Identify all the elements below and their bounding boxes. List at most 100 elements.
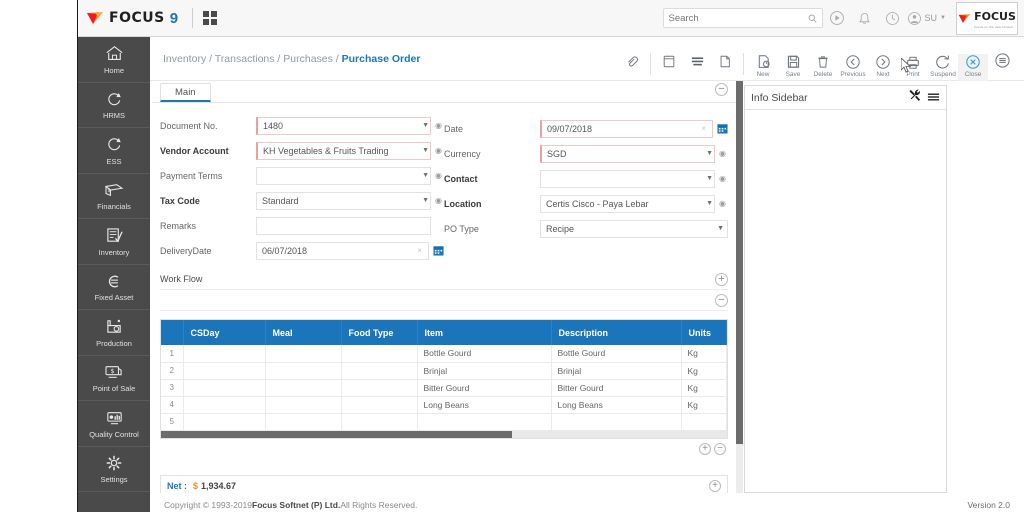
table-row[interactable]: 5 [161, 413, 727, 431]
cell-item[interactable] [417, 413, 552, 431]
cell-food-type[interactable] [341, 362, 418, 380]
breadcrumb-item-purchases[interactable]: Purchases [283, 53, 333, 65]
scroll-thumb[interactable] [736, 81, 743, 444]
breadcrumb-item-transactions[interactable]: Transactions [215, 53, 275, 65]
delete-button[interactable]: Delete [808, 54, 838, 81]
lookup-gear-icon[interactable]: ◉ [433, 121, 444, 130]
sidebar-item-point-of-sale[interactable]: $ Point of Sale [78, 356, 150, 401]
workflow-expand-button[interactable]: + [715, 272, 728, 286]
cell-csday[interactable] [183, 396, 266, 414]
currency-input[interactable]: SGD [540, 144, 715, 163]
hamburger-circle-icon[interactable] [988, 52, 1016, 81]
sidebar-item-hrms[interactable]: HRMS [78, 83, 150, 128]
cell-food-type[interactable] [341, 396, 418, 414]
cell-meal[interactable] [265, 379, 342, 397]
cell-item[interactable]: Bitter Gourd [417, 379, 552, 397]
delivery-date-input[interactable]: 06/07/2018 [256, 241, 429, 260]
search-box[interactable] [662, 8, 823, 28]
table-row[interactable]: 2 Brinjal Brinjal Kg [161, 362, 727, 380]
sidebar-item-inventory[interactable]: Inventory [78, 219, 150, 265]
print-button[interactable]: Print [898, 55, 928, 81]
document-no-input[interactable]: 1480 [256, 116, 431, 135]
play-circle-icon[interactable] [823, 0, 851, 37]
previous-button[interactable]: Previous [838, 54, 868, 81]
apps-grid-icon[interactable] [203, 11, 218, 25]
cell-meal[interactable] [265, 345, 342, 363]
lookup-gear-icon[interactable]: ◉ [717, 149, 728, 158]
location-input[interactable]: Certis Cisco - Paya Lebar [540, 194, 715, 213]
sidebar-item-settings[interactable]: Settings [78, 447, 150, 492]
cell-csday[interactable] [183, 413, 266, 431]
note-icon[interactable] [655, 54, 683, 81]
suspend-button[interactable]: Suspend [928, 54, 958, 81]
clear-icon[interactable]: × [417, 246, 422, 255]
new-button[interactable]: New [748, 54, 778, 81]
date-input[interactable]: 09/07/2018 [540, 119, 713, 138]
page-icon[interactable] [711, 54, 739, 81]
sidebar-item-fixed-asset[interactable]: Fixed Asset [78, 265, 150, 310]
po-type-select[interactable]: Recipe [540, 219, 728, 238]
tab-main[interactable]: Main [160, 83, 211, 102]
grid-collapse-button[interactable]: − [715, 293, 728, 307]
save-button[interactable]: Save [778, 54, 808, 81]
lookup-gear-icon[interactable]: ◉ [717, 199, 728, 208]
cell-food-type[interactable] [341, 379, 418, 397]
cell-meal[interactable] [265, 362, 342, 380]
scroll-thumb[interactable] [161, 430, 512, 438]
cell-description[interactable]: Long Beans [551, 396, 682, 414]
sidebar-item-home[interactable]: Home [78, 37, 150, 83]
user-menu[interactable]: SU ▼ [907, 11, 952, 26]
column-header-row-number[interactable] [161, 320, 184, 345]
cell-food-type[interactable] [341, 413, 418, 431]
payment-terms-input[interactable] [256, 166, 431, 185]
column-header-food-type[interactable]: Food Type [341, 320, 418, 345]
lookup-gear-icon[interactable]: ◉ [433, 171, 444, 180]
sidebar-item-production[interactable]: Production [78, 310, 150, 356]
bell-icon[interactable] [851, 0, 879, 37]
cell-description[interactable]: Brinjal [551, 362, 682, 380]
close-button[interactable]: Close [958, 53, 988, 81]
tools-icon[interactable] [908, 89, 921, 107]
contact-input[interactable] [540, 169, 715, 188]
lookup-gear-icon[interactable]: ◉ [433, 196, 444, 205]
hamburger-icon[interactable] [927, 89, 940, 107]
cell-units[interactable]: Kg [681, 396, 727, 414]
cell-item[interactable]: Bottle Gourd [417, 345, 552, 363]
column-header-item[interactable]: Item [417, 320, 552, 345]
attachment-icon[interactable] [618, 55, 646, 81]
main-vertical-scrollbar[interactable] [736, 81, 743, 493]
cell-meal[interactable] [265, 396, 342, 414]
cell-csday[interactable] [183, 379, 266, 397]
calendar-icon[interactable] [432, 245, 444, 257]
tax-code-input[interactable]: Standard [256, 191, 431, 210]
clear-icon[interactable]: × [701, 124, 706, 133]
search-input[interactable] [668, 12, 808, 24]
sidebar-item-quality-control[interactable]: Quality Control [78, 401, 150, 447]
cell-units[interactable]: Kg [681, 362, 727, 380]
cell-item[interactable]: Brinjal [417, 362, 552, 380]
cell-units[interactable] [681, 413, 727, 431]
collapse-form-button[interactable]: − [715, 83, 728, 96]
column-header-csday[interactable]: CSDay [183, 320, 266, 345]
cell-item[interactable]: Long Beans [417, 396, 552, 414]
column-header-description[interactable]: Description [551, 320, 682, 345]
cell-units[interactable]: Kg [681, 345, 727, 363]
net-expand-button[interactable]: + [709, 479, 721, 492]
cell-meal[interactable] [265, 413, 342, 431]
table-row[interactable]: 1 Bottle Gourd Bottle Gourd Kg [161, 345, 727, 363]
grid-horizontal-scrollbar[interactable] [161, 430, 727, 438]
cell-description[interactable]: Bottle Gourd [551, 345, 682, 363]
table-row[interactable]: 4 Long Beans Long Beans Kg [161, 396, 727, 414]
cell-description[interactable] [551, 413, 682, 431]
breadcrumb-item-inventory[interactable]: Inventory [163, 53, 206, 65]
vendor-account-input[interactable]: KH Vegetables & Fruits Trading [256, 141, 431, 160]
cell-csday[interactable] [183, 362, 266, 380]
column-header-meal[interactable]: Meal [265, 320, 342, 345]
sidebar-item-financials[interactable]: $ Financials [78, 174, 150, 219]
calendar-icon[interactable] [716, 123, 728, 135]
lookup-gear-icon[interactable]: ◉ [717, 174, 728, 183]
list-lines-icon[interactable] [683, 55, 711, 81]
column-header-units[interactable]: Units [681, 320, 727, 345]
brand-logo[interactable]: FOCUS 9 [78, 9, 190, 27]
cell-description[interactable]: Bitter Gourd [551, 379, 682, 397]
